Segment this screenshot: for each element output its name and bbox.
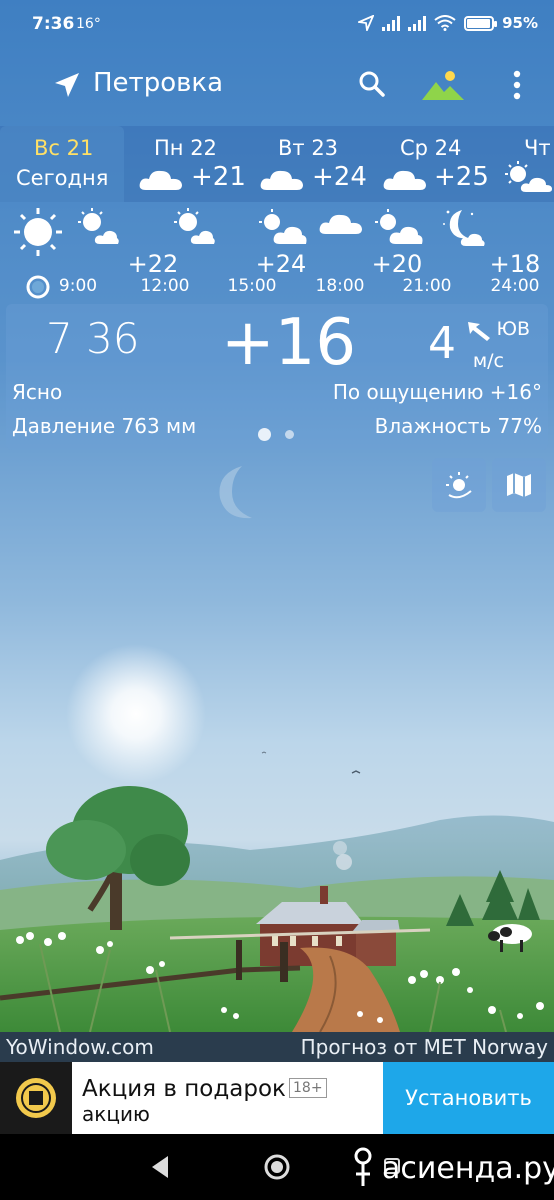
navigation-icon [358,15,375,31]
day-name: Пн 22 [154,136,217,160]
ad-subtitle: акцию [82,1102,150,1126]
current-weather-panel[interactable]: 7 36 +16 4 ЮВ м/с Ясно По ощущению +16° … [6,304,548,450]
yowindow-link[interactable]: YoWindow.com [6,1035,154,1059]
day-name: Чт [524,136,551,160]
condition-text: Ясно [12,380,63,404]
partly-cloudy-icon [259,209,307,244]
location-arrow-icon[interactable] [52,70,82,100]
day-name: Вт 23 [278,136,339,160]
ad-title: Акция в подарок [82,1076,286,1102]
day-tab[interactable]: Чт [496,126,554,202]
partly-cloudy-icon [505,161,552,192]
day-tab[interactable]: Вт 23 +24 [248,126,372,202]
hour-label: 24:00 [490,276,540,296]
status-icons: 95% [358,14,538,32]
day-temp: +24 [312,162,367,192]
weather-scene [0,466,554,1032]
cloud-icon [139,170,182,190]
watermark-text: асиенда.ру [382,1150,554,1186]
sun-icon [14,208,62,256]
feels-like: По ощущению +16° [332,380,542,404]
back-icon[interactable] [148,1154,170,1180]
hour-label: 9:00 [58,276,98,296]
moon-icon [219,466,252,519]
hour-label: 21:00 [402,276,452,296]
ad-logo [0,1062,72,1134]
app-header: Петровка [0,60,554,110]
hour-temp: +18 [489,250,541,278]
cloud-icon [319,214,362,234]
battery-percent: 95% [502,14,538,32]
hour-temp: +24 [255,250,307,278]
ad-banner[interactable]: Акция в подарок 18+ акцию Установить [0,1062,554,1134]
day-name: Ср 24 [400,136,462,160]
credits-bar: YoWindow.com Прогноз от MET Norway [0,1032,554,1062]
wifi-icon [434,15,456,31]
partly-cloudy-icon [174,208,215,244]
forecast-source[interactable]: Прогноз от MET Norway [301,1035,548,1059]
day-sub: Сегодня [16,166,109,190]
hour-label: 12:00 [140,276,190,296]
city-name[interactable]: Петровка [93,68,223,98]
home-icon[interactable] [262,1152,292,1182]
install-button[interactable]: Установить [383,1062,554,1134]
wind-direction-icon [468,322,490,341]
page-dot-active [258,428,271,441]
day-tab-today[interactable]: Вс 21 Сегодня [0,126,124,202]
wind-speed: 4 [428,318,456,369]
pressure: Давление 763 мм [12,414,197,438]
signal-icon-2 [408,15,427,31]
page-indicator [258,428,294,441]
signal-icon [382,15,401,31]
cloud-icon [383,170,426,190]
hour-label: 18:00 [315,276,365,296]
watermark-logo-icon [354,1147,372,1186]
current-time: 7 36 [46,314,140,363]
watermark: асиенда.ру [350,1146,554,1190]
day-tab[interactable]: Ср 24 +25 [372,126,496,202]
status-time: 7:36 [32,14,75,34]
wind-block: 4 ЮВ м/с [394,314,534,374]
wind-unit: м/с [472,350,504,372]
current-temp: +16 [221,306,357,380]
battery-icon [464,15,498,31]
partly-cloudy-icon [375,209,423,244]
system-nav-bar: асиенда.ру [0,1134,554,1200]
search-icon[interactable] [358,70,386,98]
wind-direction: ЮВ [496,318,530,340]
day-tab[interactable]: Пн 22 +21 [124,126,248,202]
hour-temp: +20 [371,250,423,278]
age-rating: 18+ [289,1078,327,1098]
more-vert-icon[interactable] [505,68,529,102]
bank-logo-icon [16,1078,56,1118]
page-dot [285,430,294,439]
moon-cloud-icon [443,210,485,246]
day-temp: +21 [191,162,246,192]
hour-temp: +22 [127,250,179,278]
partly-cloudy-icon [78,208,119,244]
cloud-icon [260,170,303,190]
sun [66,644,206,784]
humidity: Влажность 77% [374,414,542,438]
status-bar: 7:36 16° 95% [0,0,554,52]
day-temp: +25 [434,162,489,192]
landscape-icon[interactable] [422,68,464,102]
hour-label: 15:00 [227,276,277,296]
day-name: Вс 21 [34,136,94,160]
day-strip: Вс 21 Сегодня Пн 22 +21 Вт 23 +24 Ср 24 … [0,126,554,202]
status-temp: 16° [76,16,101,32]
